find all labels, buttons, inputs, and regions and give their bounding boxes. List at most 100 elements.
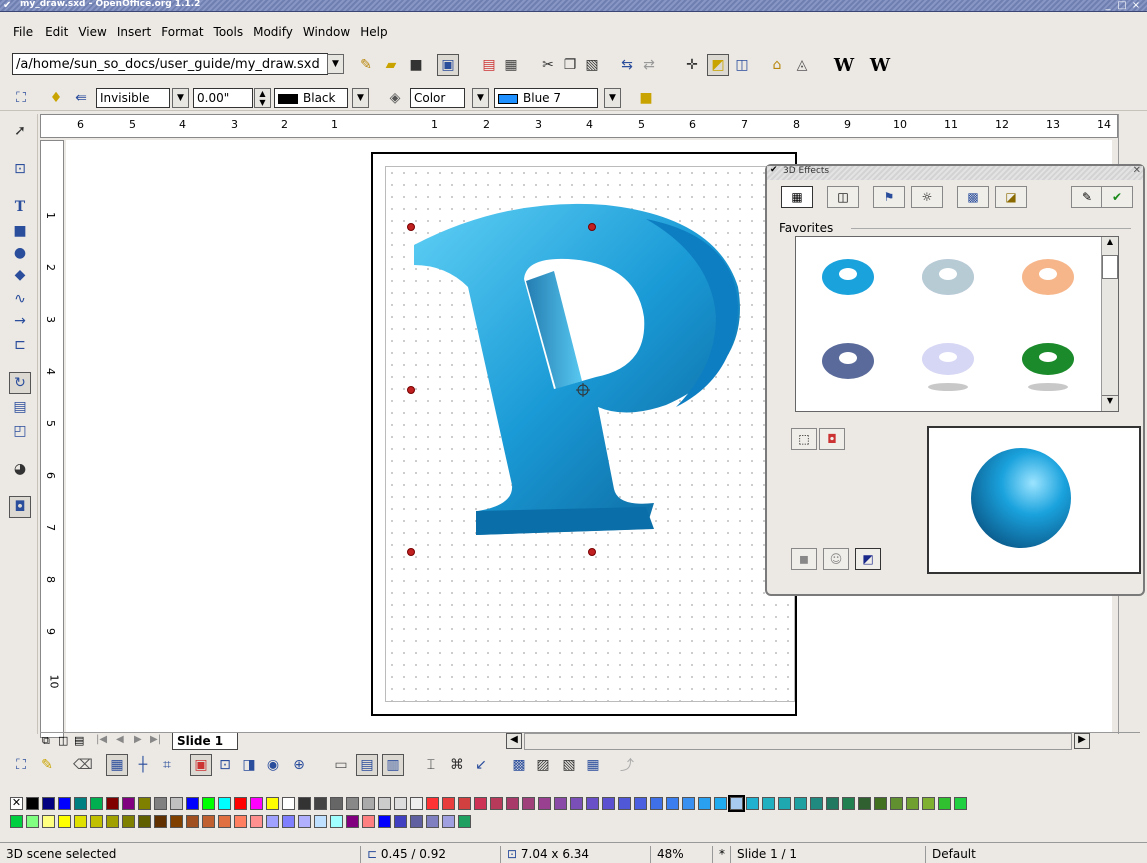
save-icon[interactable]: ■ (405, 54, 427, 76)
color-swatch[interactable] (282, 815, 295, 828)
color-swatch[interactable] (410, 815, 423, 828)
stylist-icon[interactable]: ◩ (707, 54, 729, 76)
color-swatch[interactable] (666, 797, 679, 810)
menu-modify[interactable]: Modify (247, 23, 297, 43)
color-swatch[interactable] (138, 797, 151, 810)
area-style-select[interactable]: Color (410, 88, 465, 108)
edit-mode-icon[interactable]: ▣ (437, 54, 459, 76)
color-swatch[interactable] (362, 797, 375, 810)
color-swatch[interactable] (570, 797, 583, 810)
snap-margins-icon[interactable]: ⊡ (214, 754, 236, 776)
menu-tools[interactable]: Tools (208, 23, 248, 43)
line-style-dropdown[interactable]: ▼ (172, 88, 189, 108)
selection-handle[interactable] (588, 223, 596, 231)
color-swatch[interactable] (538, 797, 551, 810)
color-swatch[interactable] (90, 797, 103, 810)
3d-letter-p[interactable] (386, 167, 796, 703)
last-slide-icon[interactable]: ▶| (150, 734, 161, 745)
minimize-button[interactable]: _ (1101, 0, 1115, 11)
favorites-preview-torus[interactable] (1018, 339, 1078, 395)
color-swatch[interactable] (378, 815, 391, 828)
ortho-icon[interactable]: ⊕ (288, 754, 310, 776)
select-icon[interactable]: ➚ (9, 120, 31, 142)
color-swatch[interactable] (58, 797, 71, 810)
color-swatch[interactable] (58, 815, 71, 828)
color-swatch[interactable] (842, 797, 855, 810)
favorites-preview-torus[interactable] (918, 339, 978, 395)
area-color-select[interactable]: Blue 7 (494, 88, 598, 108)
rotation-mode-icon[interactable]: ⌫ (72, 754, 94, 776)
insert-icon[interactable]: ◕ (9, 458, 31, 480)
line-icon[interactable]: ⛶ (10, 87, 32, 109)
solid-view-icon[interactable]: ▩ (508, 754, 530, 776)
color-swatch[interactable] (728, 795, 745, 812)
close-button[interactable]: × (1129, 0, 1143, 11)
color-swatch[interactable] (138, 815, 151, 828)
color-swatch[interactable] (442, 797, 455, 810)
no-fill-swatch[interactable]: ✕ (10, 797, 23, 810)
light-preview-icon[interactable]: ☺ (823, 548, 849, 570)
drawing-view-icon[interactable]: ⧉ (42, 734, 50, 748)
color-swatch[interactable] (74, 815, 87, 828)
grid-icon[interactable]: ▦ (106, 754, 128, 776)
textures-tab-icon[interactable]: ☼ (911, 186, 943, 208)
dialog-close-icon[interactable]: ✕ (1133, 165, 1141, 176)
lines-arrows-icon[interactable]: → (9, 310, 31, 332)
simple-handles-icon[interactable]: ⌶ (420, 754, 442, 776)
maximize-button[interactable]: □ (1115, 0, 1129, 11)
color-swatch[interactable] (922, 797, 935, 810)
color-swatch[interactable] (266, 815, 279, 828)
color-swatch[interactable] (234, 797, 247, 810)
guides-icon[interactable]: ┼ (132, 754, 154, 776)
color-swatch[interactable] (218, 815, 231, 828)
material-tab-icon[interactable]: ▩ (957, 186, 989, 208)
word-icon-2[interactable]: W (869, 54, 891, 76)
gallery-icon[interactable]: ◫ (731, 54, 753, 76)
color-swatch[interactable] (346, 797, 359, 810)
color-swatch[interactable] (26, 815, 39, 828)
line-color-select[interactable]: Black (274, 88, 348, 108)
menu-edit[interactable]: Edit (39, 23, 72, 43)
scroll-thumb[interactable] (1102, 255, 1118, 279)
line-color-dropdown[interactable]: ▼ (352, 88, 369, 108)
color-swatch[interactable] (426, 815, 439, 828)
paste-icon[interactable]: ▧ (581, 54, 603, 76)
color-swatch[interactable] (954, 797, 967, 810)
open-icon[interactable]: ▰ (380, 54, 402, 76)
snap-frame-icon[interactable]: ◨ (238, 754, 260, 776)
zoom-icon[interactable]: ⊡ (9, 158, 31, 180)
favorites-preview-torus[interactable] (818, 255, 878, 299)
color-swatch[interactable] (298, 815, 311, 828)
color-swatch[interactable] (458, 815, 471, 828)
3d-objects-icon[interactable]: ◆ (9, 264, 31, 286)
color-swatch[interactable] (330, 797, 343, 810)
menu-window[interactable]: Window (297, 23, 354, 43)
color-swatch[interactable] (458, 797, 471, 810)
word-icon-1[interactable]: W (833, 54, 855, 76)
favorites-preview-torus[interactable] (918, 255, 978, 299)
color-swatch[interactable] (202, 797, 215, 810)
color-swatch[interactable] (858, 797, 871, 810)
scroll-down-icon[interactable]: ▼ (1102, 395, 1118, 411)
area-color-dropdown[interactable]: ▼ (604, 88, 621, 108)
text-icon[interactable]: T (9, 196, 31, 218)
quick-edit-icon[interactable]: ▭ (330, 754, 352, 776)
color-swatch[interactable] (746, 797, 759, 810)
rectangle-icon[interactable]: ■ (9, 220, 31, 242)
selection-handle[interactable] (407, 223, 415, 231)
color-swatch[interactable] (682, 797, 695, 810)
color-swatch[interactable] (122, 815, 135, 828)
dialog-menu-icon[interactable]: ✔ (770, 165, 778, 175)
menu-view[interactable]: View (72, 23, 110, 43)
snap-points-icon[interactable]: ◉ (262, 754, 284, 776)
scroll-right-icon[interactable]: ▶ (1074, 733, 1090, 749)
color-swatch[interactable] (266, 797, 279, 810)
favorites-gallery[interactable]: ▲ ▼ (795, 236, 1119, 412)
color-swatch[interactable] (506, 797, 519, 810)
color-swatch[interactable] (474, 797, 487, 810)
redo-icon[interactable]: ⇄ (638, 54, 660, 76)
menu-insert[interactable]: Insert (111, 23, 155, 43)
favorites-scrollbar[interactable]: ▲ ▼ (1101, 237, 1118, 411)
shading-tab-icon[interactable]: ◫ (827, 186, 859, 208)
curve-icon[interactable]: ∿ (9, 288, 31, 310)
